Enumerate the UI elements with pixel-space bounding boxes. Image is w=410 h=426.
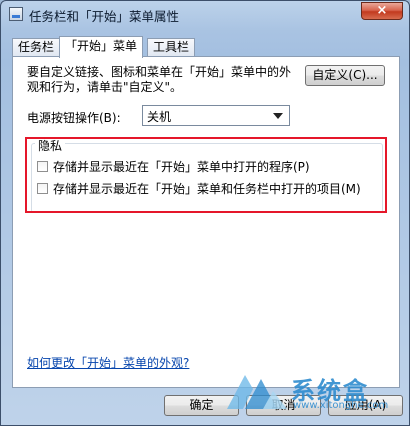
watermark-url: www.xitonghe.com	[293, 400, 389, 411]
power-button-select[interactable]: 关机	[142, 105, 290, 126]
close-button[interactable]: ×	[361, 2, 403, 20]
help-link[interactable]: 如何更改「开始」菜单的外观?	[27, 354, 189, 371]
tab-taskbar[interactable]: 任务栏	[12, 38, 61, 57]
customize-button[interactable]: 自定义(C)...	[305, 65, 385, 86]
title-bar[interactable]: 任务栏和「开始」菜单属性 ×	[1, 1, 409, 29]
power-button-value: 关机	[147, 110, 172, 124]
watermark-logo-icon	[227, 375, 287, 409]
dropdown-arrow-icon[interactable]	[273, 113, 283, 119]
watermark: 系统盒 www.xitonghe.com	[223, 367, 403, 425]
taskbar-icon	[9, 7, 23, 21]
privacy-highlight-box	[25, 137, 387, 213]
tab-start-menu[interactable]: 「开始」菜单	[59, 36, 144, 58]
start-menu-description: 要自定义链接、图标和菜单在「开始」菜单中的外观和行为，请单击"自定义"。	[27, 65, 292, 94]
properties-window: 任务栏和「开始」菜单属性 × 任务栏 「开始」菜单 工具栏 要自定义链接、图标和…	[0, 0, 410, 426]
window-title: 任务栏和「开始」菜单属性	[29, 9, 180, 24]
tab-toolbars[interactable]: 工具栏	[147, 38, 196, 57]
power-button-label: 电源按钮操作(B):	[27, 111, 121, 125]
